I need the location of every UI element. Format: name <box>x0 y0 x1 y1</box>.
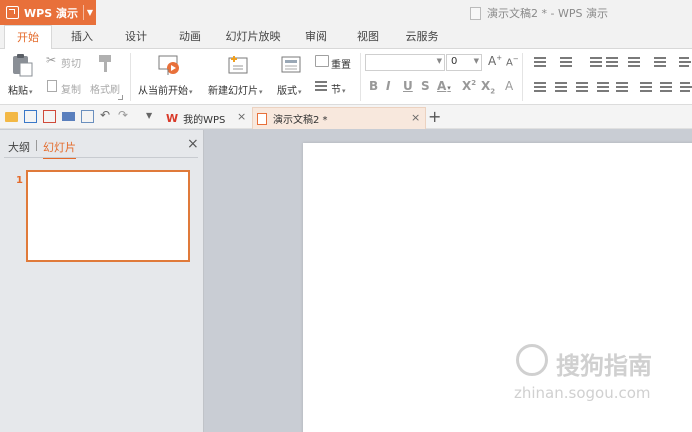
cut-button[interactable]: ✂ 剪切 <box>46 53 88 70</box>
separator <box>36 140 37 151</box>
subscript-icon[interactable]: X2 <box>481 79 495 95</box>
separator <box>360 53 361 101</box>
align-right-icon[interactable] <box>576 82 588 92</box>
close-icon[interactable]: × <box>187 136 199 152</box>
save-icon[interactable] <box>24 110 37 123</box>
increase-indent-icon[interactable] <box>606 57 618 67</box>
tab-slides[interactable]: 幻灯片 <box>43 139 76 159</box>
close-icon[interactable]: × <box>237 110 246 123</box>
italic-icon[interactable]: I <box>386 79 390 93</box>
print-icon[interactable] <box>62 112 75 121</box>
tab-design[interactable]: 设计 <box>116 25 156 49</box>
align-center-icon[interactable] <box>555 82 567 92</box>
new-tab-icon[interactable]: + <box>428 107 441 126</box>
scissors-icon: ✂ <box>46 53 57 67</box>
justify-icon[interactable] <box>597 82 609 92</box>
paste-button[interactable]: 粘贴▾ <box>4 51 40 101</box>
chevron-down-icon[interactable]: ▼ <box>474 57 479 65</box>
tab-slideshow[interactable]: 幻灯片放映 <box>222 25 284 49</box>
strikethrough-icon[interactable]: S <box>421 79 430 93</box>
distributed-icon[interactable] <box>616 82 628 92</box>
separator <box>522 53 523 101</box>
customize-toolbar-icon[interactable]: ▼ <box>146 111 159 124</box>
open-folder-icon[interactable] <box>5 112 18 122</box>
clear-format-icon[interactable]: A <box>505 79 513 93</box>
wps-logo-icon <box>6 6 19 19</box>
tab-review[interactable]: 审阅 <box>296 25 336 49</box>
new-slide-button[interactable]: 新建幻灯片▾ <box>204 51 272 101</box>
section-button[interactable]: 节▾ <box>314 79 358 96</box>
export-pdf-icon[interactable] <box>43 110 56 123</box>
tab-current-document[interactable]: 演示文稿2 * × <box>252 107 426 129</box>
separator <box>130 53 131 101</box>
slide-thumbnail[interactable] <box>26 170 190 262</box>
shrink-font-icon[interactable]: A− <box>506 55 519 68</box>
bullet-list-icon[interactable] <box>534 57 546 67</box>
redo-icon[interactable]: ↷ <box>118 108 131 122</box>
format-painter-button[interactable]: 格式刷 <box>90 53 126 99</box>
slide-number: 1 <box>16 175 23 186</box>
projector-icon <box>158 55 179 75</box>
underline-icon[interactable]: U <box>403 79 413 93</box>
sogou-logo-icon <box>516 344 548 376</box>
align-left-icon[interactable] <box>534 82 546 92</box>
font-color-icon[interactable]: A▾ <box>437 79 451 93</box>
document-icon <box>470 6 481 20</box>
undo-icon[interactable]: ↶ <box>100 108 113 122</box>
play-from-current-button[interactable]: 从当前开始▾ <box>134 51 204 101</box>
close-icon[interactable]: × <box>411 111 420 124</box>
chevron-down-icon[interactable]: ▼ <box>83 5 96 20</box>
align-text-icon[interactable] <box>654 57 666 67</box>
tab-insert[interactable]: 插入 <box>62 25 102 49</box>
document-icon <box>257 112 267 125</box>
layout-button[interactable]: 版式▾ <box>274 51 310 101</box>
title-bar: WPS 演示 ▼ 演示文稿2 * - WPS 演示 <box>0 0 692 25</box>
app-name: WPS 演示 <box>24 6 78 20</box>
window-title: 演示文稿2 * - WPS 演示 <box>470 5 608 21</box>
tab-outline[interactable]: 大纲 <box>8 139 30 155</box>
tab-view[interactable]: 视图 <box>348 25 388 49</box>
print-preview-icon[interactable] <box>81 110 94 123</box>
tab-cloud[interactable]: 云服务 <box>398 25 446 49</box>
bold-icon[interactable]: B <box>369 79 378 93</box>
columns-icon[interactable] <box>679 57 691 67</box>
watermark: 搜狗指南 zhinan.sogou.com <box>508 340 678 410</box>
numbered-list-icon[interactable] <box>560 57 572 67</box>
ribbon-home: 粘贴▾ ✂ 剪切 复制 格式刷 从当前开始▾ 新建幻灯片▾ 版式▾ 重置 节▾ … <box>0 49 692 105</box>
paragraph-spacing-icon[interactable] <box>660 82 672 92</box>
line-spacing-icon[interactable] <box>640 82 652 92</box>
layout-icon <box>281 56 301 73</box>
font-size-combo[interactable]: 0 ▼ <box>446 54 482 71</box>
decrease-indent-icon[interactable] <box>590 57 602 67</box>
reset-button[interactable]: 重置 <box>314 54 358 71</box>
separator <box>4 157 198 158</box>
clipboard-launcher-icon[interactable] <box>118 95 123 100</box>
ribbon-tabs: 开始 插入 设计 动画 幻灯片放映 审阅 视图 云服务 <box>0 25 692 50</box>
copy-icon <box>47 80 57 92</box>
wps-logo-icon: W <box>166 111 179 125</box>
smart-align-icon[interactable] <box>680 82 692 92</box>
section-icon <box>315 81 327 91</box>
brush-icon <box>96 53 114 73</box>
grow-font-icon[interactable]: A+ <box>488 54 502 68</box>
reset-icon <box>315 55 329 67</box>
tab-home[interactable]: 开始 <box>4 25 52 50</box>
slides-pane: 大纲 幻灯片 × 1 <box>0 130 204 432</box>
new-slide-icon <box>228 56 248 74</box>
copy-button[interactable]: 复制 <box>46 79 88 96</box>
superscript-icon[interactable]: X2 <box>462 79 476 93</box>
quick-access-toolbar: ↶ ↷ ▼ W 我的WPS × 演示文稿2 * × + <box>0 105 692 129</box>
tab-animation[interactable]: 动画 <box>170 25 210 49</box>
chevron-down-icon[interactable]: ▼ <box>437 57 442 65</box>
tab-my-wps[interactable]: W 我的WPS × <box>162 107 250 129</box>
text-direction-icon[interactable] <box>628 57 640 67</box>
paste-icon <box>13 54 33 77</box>
app-menu-button[interactable]: WPS 演示 ▼ <box>0 0 96 25</box>
font-name-combo[interactable]: ▼ <box>365 54 445 71</box>
